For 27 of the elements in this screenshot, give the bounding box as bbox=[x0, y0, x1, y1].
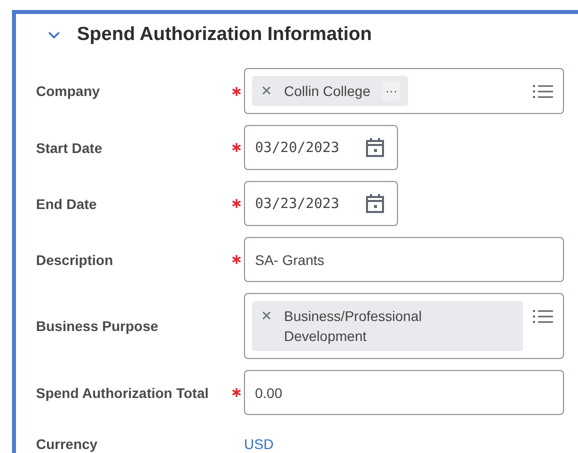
field-label: Spend Authorization Total bbox=[36, 384, 209, 400]
text-field[interactable]: SA- Grants bbox=[244, 237, 564, 282]
field-label: Business Purpose bbox=[36, 318, 158, 334]
more-button[interactable]: ··· bbox=[382, 81, 400, 101]
date-value: 03/23/2023 bbox=[255, 196, 340, 212]
pill-text: Collin College bbox=[284, 82, 370, 101]
calendar-icon[interactable] bbox=[366, 138, 384, 157]
calendar-icon[interactable] bbox=[366, 194, 384, 213]
remove-icon[interactable] bbox=[262, 311, 271, 320]
list-icon[interactable] bbox=[533, 309, 553, 324]
pill-text: Business/Professional Development bbox=[284, 307, 423, 346]
text-field[interactable]: 0.00 bbox=[244, 370, 564, 415]
remove-icon[interactable] bbox=[262, 86, 271, 95]
list-icon[interactable] bbox=[533, 84, 553, 99]
field-label: End Date bbox=[36, 196, 97, 212]
section-title: Spend Authorization Information bbox=[77, 24, 372, 46]
field-label: Company bbox=[36, 83, 100, 99]
date-field[interactable]: 03/23/2023 bbox=[244, 181, 398, 226]
date-value: 03/20/2023 bbox=[255, 140, 340, 156]
currency-link[interactable]: USD bbox=[244, 436, 274, 452]
select-field[interactable]: Business/Professional Development bbox=[244, 293, 564, 359]
field-label: Start Date bbox=[36, 140, 102, 156]
chevron-icon[interactable] bbox=[48, 31, 60, 39]
date-field[interactable]: 03/20/2023 bbox=[244, 125, 398, 170]
field-label: Currency bbox=[36, 436, 98, 452]
field-label: Description bbox=[36, 252, 114, 268]
select-field[interactable]: Collin College ··· bbox=[244, 68, 564, 114]
